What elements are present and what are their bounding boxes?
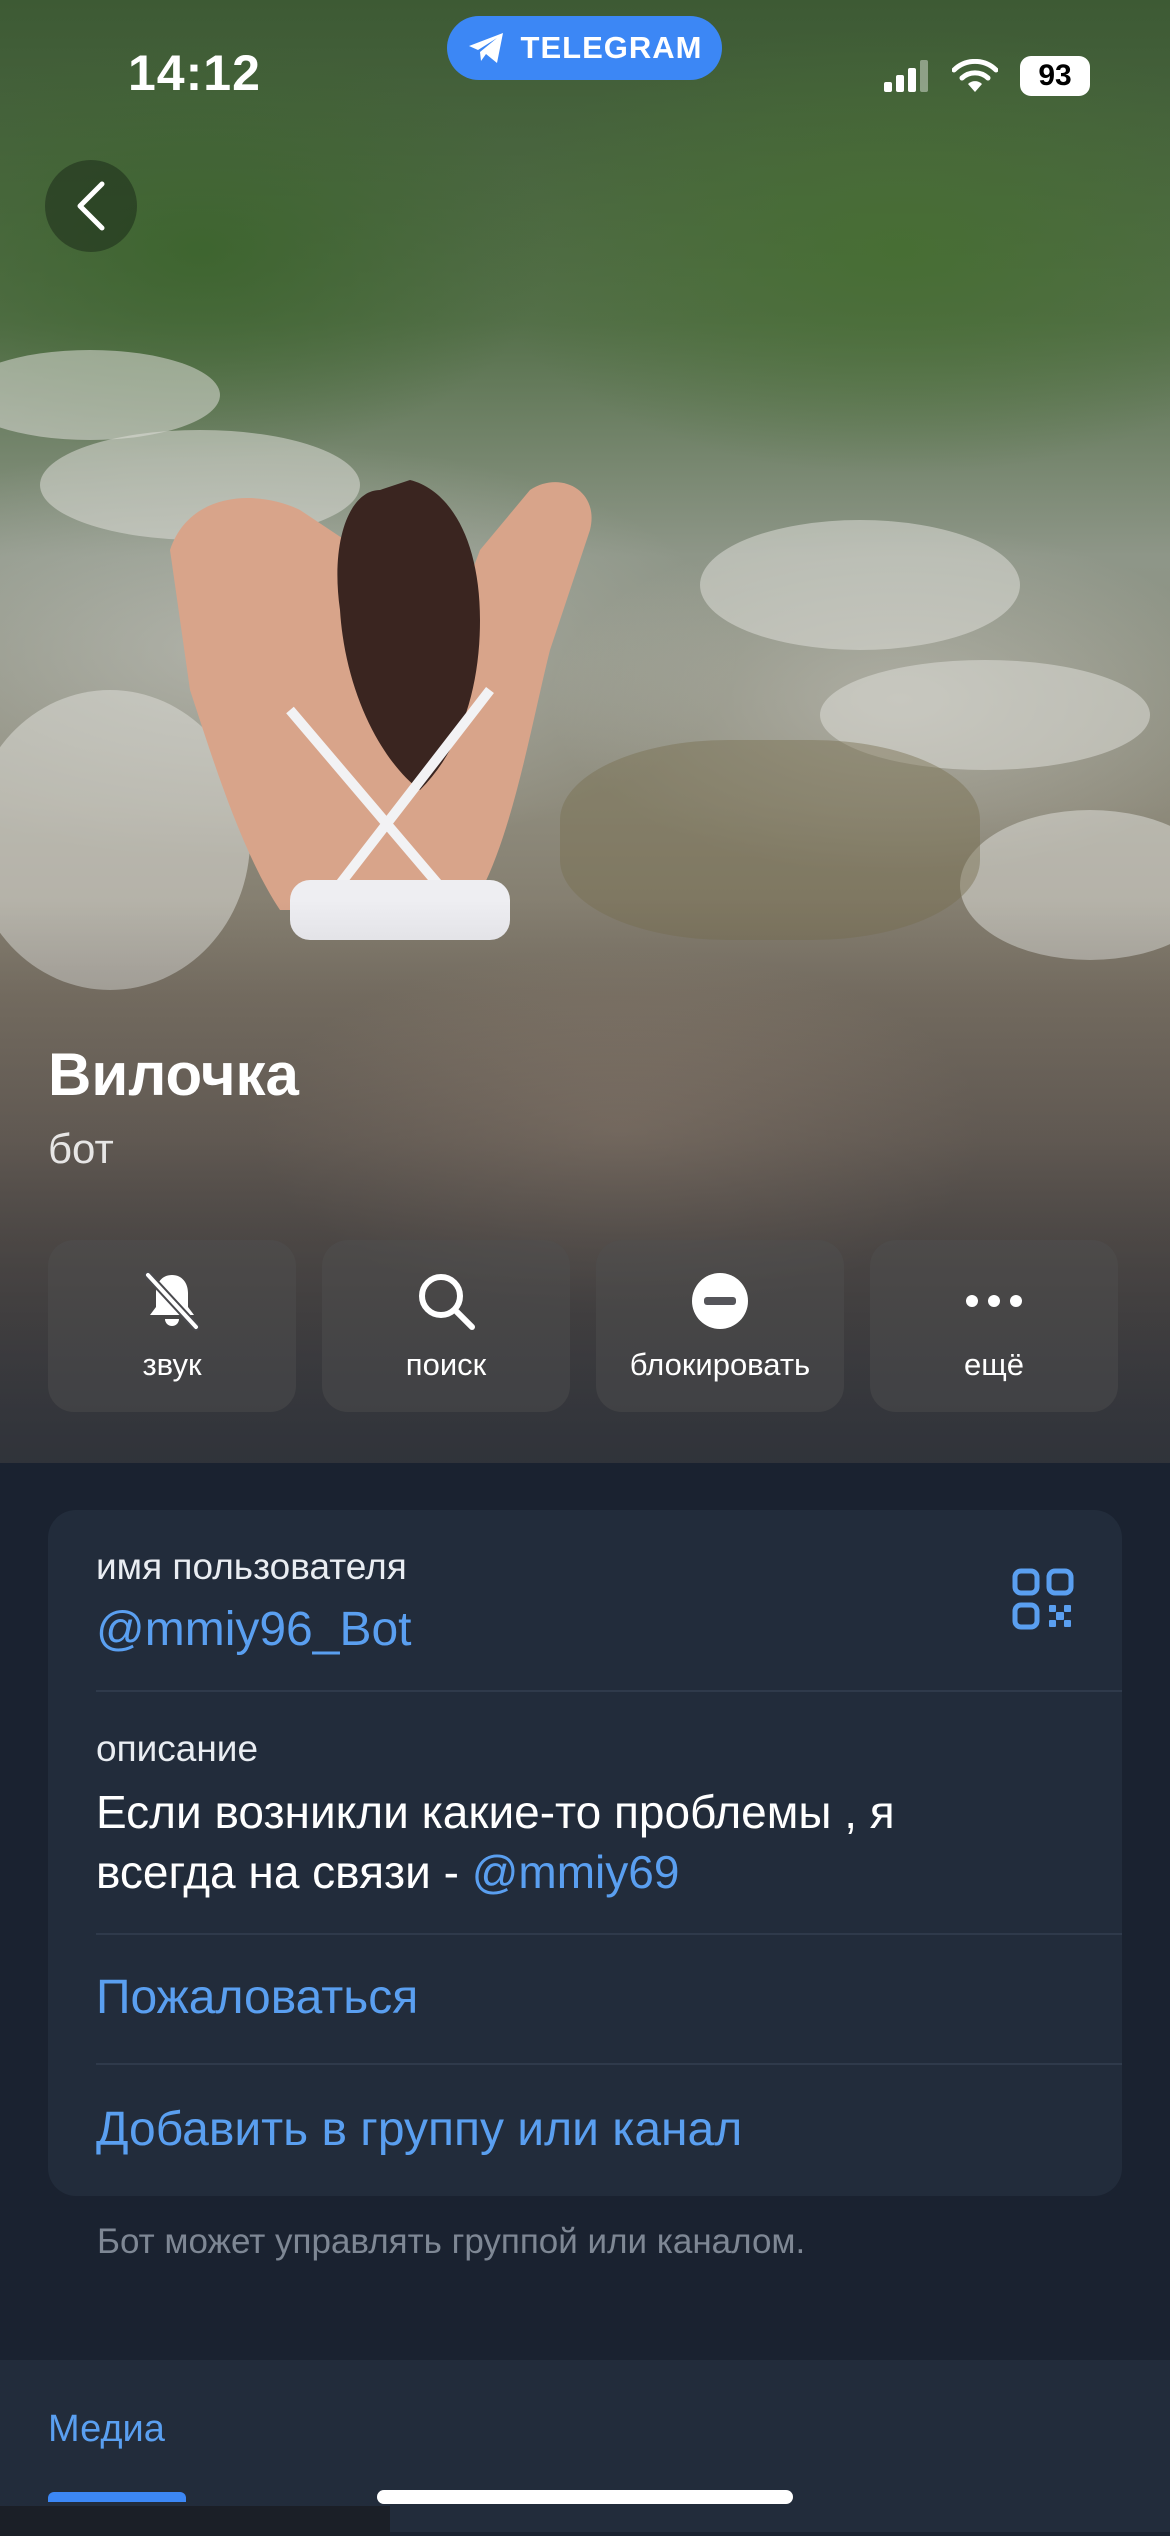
search-icon — [419, 1274, 475, 1330]
tab-media[interactable]: Медиа — [48, 2408, 165, 2451]
divider — [96, 1933, 1122, 1935]
mute-button[interactable]: звук — [48, 1240, 296, 1412]
divider — [96, 1690, 1122, 1692]
battery-icon: 93 — [1020, 56, 1090, 96]
search-label: поиск — [405, 1347, 487, 1382]
status-icons: 93 — [884, 56, 1090, 96]
description-line-1: Если возникли какие-то проблемы , я — [96, 1786, 895, 1838]
block-label: блокировать — [629, 1347, 811, 1382]
home-indicator[interactable] — [377, 2490, 793, 2504]
description-mention-link[interactable]: @mmiy69 — [472, 1846, 680, 1898]
more-button[interactable]: ещё — [870, 1240, 1118, 1412]
block-button[interactable]: блокировать — [596, 1240, 844, 1412]
signal-icon — [884, 60, 928, 92]
description-text: Если возникли какие-то проблемы , я всег… — [96, 1782, 1074, 1902]
telegram-pill-label: TELEGRAM — [520, 30, 703, 65]
divider — [96, 2063, 1122, 2065]
media-panel: Медиа — [0, 2360, 1170, 2536]
description-line-2: всегда на связи - — [96, 1846, 472, 1898]
profile-actions: звук поиск блокировать ещё — [48, 1240, 1118, 1412]
status-time: 14:12 — [128, 45, 261, 101]
qr-code-icon[interactable] — [1012, 1568, 1074, 1630]
description-row: описание Если возникли какие-то проблемы… — [96, 1728, 1074, 1902]
description-caption: описание — [96, 1728, 259, 1769]
bell-slash-icon — [144, 1271, 200, 1331]
username-row[interactable]: имя пользователя @mmiy96_Bot — [96, 1546, 1122, 1657]
add-to-group-button[interactable]: Добавить в группу или канал — [96, 2102, 1122, 2157]
block-icon — [692, 1273, 748, 1329]
chevron-left-icon — [77, 181, 105, 231]
search-button[interactable]: поиск — [322, 1240, 570, 1412]
telegram-pill[interactable]: TELEGRAM — [447, 16, 722, 80]
wifi-icon — [952, 59, 998, 92]
back-button[interactable] — [45, 160, 137, 252]
report-button[interactable]: Пожаловаться — [96, 1970, 1122, 2025]
tab-media-indicator — [48, 2492, 186, 2502]
mute-label: звук — [142, 1347, 202, 1382]
info-card: имя пользователя @mmiy96_Bot описание Ес… — [48, 1510, 1122, 2196]
username-caption: имя пользователя — [96, 1546, 407, 1587]
more-icon — [966, 1295, 1022, 1307]
telegram-icon — [468, 33, 503, 63]
profile-status: бот — [48, 1125, 114, 1172]
more-label: ещё — [964, 1347, 1024, 1382]
profile-name: Вилочка — [48, 1041, 299, 1108]
username-value[interactable]: @mmiy96_Bot — [96, 1602, 1122, 1657]
bot-footnote: Бот может управлять группой или каналом. — [97, 2222, 806, 2261]
